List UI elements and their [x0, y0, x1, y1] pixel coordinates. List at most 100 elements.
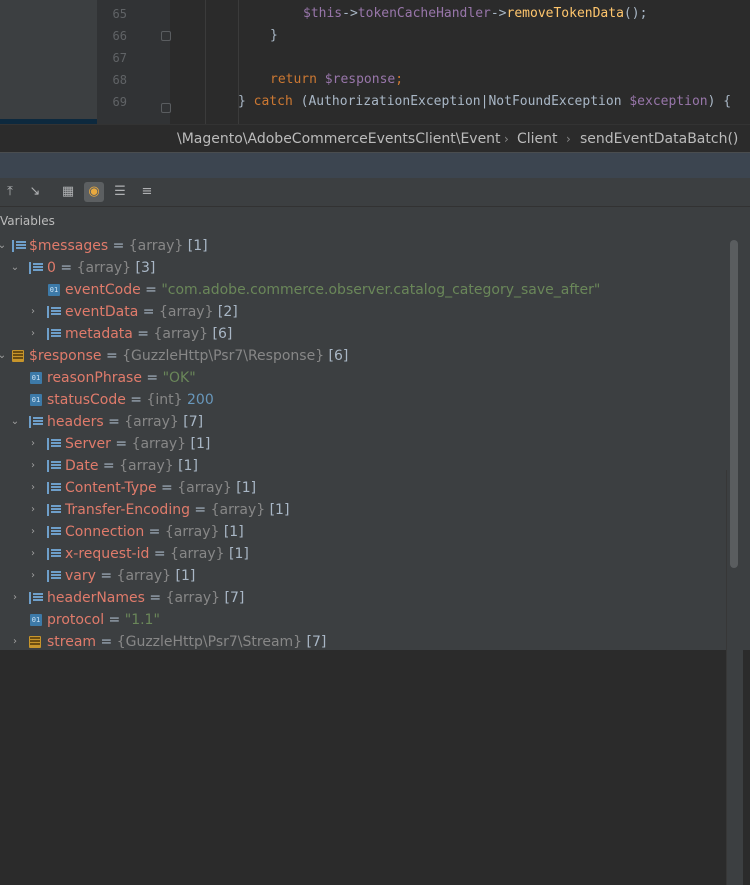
variable-entry: headerNames = {array} [7] — [47, 590, 245, 606]
tree-row[interactable]: 01 reasonPhrase = "OK" — [0, 367, 740, 389]
object-icon — [29, 636, 41, 648]
code-text: } — [270, 28, 278, 43]
chevron-right-icon[interactable]: › — [27, 543, 39, 565]
line-number: 67 — [112, 51, 127, 65]
tree-row[interactable]: › headerNames = {array} [7] — [0, 587, 740, 609]
field-icon: 01 — [30, 372, 42, 384]
array-icon — [47, 460, 61, 472]
code-line-66: 66 } — [0, 25, 750, 47]
array-icon — [47, 504, 61, 516]
variable-entry: eventCode = "com.adobe.commerce.observer… — [65, 282, 601, 298]
chevron-right-icon[interactable]: › — [27, 455, 39, 477]
variable-entry: reasonPhrase = "OK" — [47, 370, 196, 386]
breadcrumb-method[interactable]: sendEventDataBatch() — [580, 125, 738, 153]
array-icon — [29, 592, 43, 604]
array-icon — [47, 526, 61, 538]
tree-row[interactable]: ⌄ $messages = {array} [1] — [0, 235, 740, 257]
breadcrumb-separator: › — [504, 132, 509, 146]
tree-row[interactable]: › Server = {array} [1] — [0, 433, 740, 455]
breadcrumb-separator: › — [566, 132, 571, 146]
tree-row[interactable]: 01 eventCode = "com.adobe.commerce.obser… — [0, 279, 740, 301]
tree-row[interactable]: › Connection = {array} [1] — [0, 521, 740, 543]
tree-row[interactable]: › eventData = {array} [2] — [0, 301, 740, 323]
array-icon — [47, 328, 61, 340]
variable-entry: protocol = "1.1" — [47, 612, 160, 628]
tree-row[interactable]: › metadata = {array} [6] — [0, 323, 740, 345]
evaluate-icon[interactable]: ▦ — [58, 182, 78, 202]
array-icon — [47, 548, 61, 560]
tree-row[interactable]: › x-request-id = {array} [1] — [0, 543, 740, 565]
fold-icon[interactable] — [161, 31, 171, 41]
breadcrumb: \Magento\AdobeCommerceEventsClient\Event… — [0, 124, 750, 153]
variable-entry: headers = {array} [7] — [47, 414, 204, 430]
variables-tree[interactable]: ⌄ $messages = {array} [1] ⌄ 0 = {array} … — [0, 235, 750, 885]
array-icon — [47, 482, 61, 494]
array-icon — [29, 262, 43, 274]
chevron-right-icon[interactable]: › — [27, 565, 39, 587]
breadcrumb-class[interactable]: Client — [517, 125, 558, 153]
code-text: return $response; — [270, 72, 404, 87]
variable-entry: metadata = {array} [6] — [65, 326, 233, 342]
tree-row[interactable]: 01 protocol = "1.1" — [0, 609, 740, 631]
variables-header: Variables — [0, 207, 750, 236]
tree-row[interactable]: ⌄ headers = {array} [7] — [0, 411, 740, 433]
field-icon: 01 — [30, 614, 42, 626]
array-icon — [12, 240, 26, 252]
chevron-right-icon[interactable]: › — [27, 477, 39, 499]
variable-entry: Content-Type = {array} [1] — [65, 480, 257, 496]
tree-row[interactable]: › Content-Type = {array} [1] — [0, 477, 740, 499]
variable-entry: statusCode = {int} 200 — [47, 392, 214, 408]
line-number: 65 — [112, 7, 127, 21]
chevron-down-icon[interactable]: ⌄ — [9, 411, 21, 433]
variable-entry: vary = {array} [1] — [65, 568, 196, 584]
chevron-right-icon[interactable]: › — [27, 521, 39, 543]
chevron-down-icon[interactable]: ⌄ — [9, 257, 21, 279]
variable-entry: $messages = {array} [1] — [29, 238, 208, 254]
breadcrumb-namespace[interactable]: \Magento\AdobeCommerceEventsClient\Event — [177, 125, 501, 153]
tree-row[interactable]: › Date = {array} [1] — [0, 455, 740, 477]
line-number: 68 — [112, 73, 127, 87]
array-icon — [47, 306, 61, 318]
array-icon — [47, 438, 61, 450]
tree-row[interactable]: ⌄ $response = {GuzzleHttp\Psr7\Response}… — [0, 345, 740, 367]
variable-entry: $response = {GuzzleHttp\Psr7\Response} [… — [29, 348, 349, 364]
code-text: $this->tokenCacheHandler->removeTokenDat… — [303, 6, 648, 21]
debug-toolbar: ⤒ ↘ ▦ ◉ ☰ ≡ — [0, 178, 750, 207]
fold-icon[interactable] — [161, 103, 171, 113]
code-text: } catch (AuthorizationException|NotFound… — [238, 94, 732, 109]
tree-row[interactable]: ⌄ 0 = {array} [3] — [0, 257, 740, 279]
line-number: 69 — [112, 95, 127, 109]
step-out-icon[interactable]: ⤒ — [0, 182, 20, 202]
code-line-65: 65 $this->tokenCacheHandler->removeToken… — [0, 3, 750, 25]
variables-title: Variables — [0, 214, 55, 228]
chevron-right-icon[interactable]: › — [27, 499, 39, 521]
variable-entry: Connection = {array} [1] — [65, 524, 244, 540]
tree-row[interactable]: › Transfer-Encoding = {array} [1] — [0, 499, 740, 521]
variable-entry: eventData = {array} [2] — [65, 304, 238, 320]
code-line-68: 68 return $response; — [0, 69, 750, 91]
code-editor[interactable]: 65 $this->tokenCacheHandler->removeToken… — [0, 0, 750, 141]
chevron-right-icon[interactable]: › — [27, 301, 39, 323]
variable-entry: Transfer-Encoding = {array} [1] — [65, 502, 290, 518]
panel-tab-bar — [0, 153, 750, 179]
run-to-cursor-icon[interactable]: ↘ — [25, 182, 45, 202]
chevron-down-icon[interactable]: ⌄ — [0, 345, 8, 367]
list-icon[interactable]: ☰ — [110, 182, 130, 202]
object-icon — [12, 350, 24, 362]
chevron-right-icon[interactable]: › — [27, 323, 39, 345]
tree-row[interactable]: 01 statusCode = {int} 200 — [0, 389, 740, 411]
field-icon: 01 — [30, 394, 42, 406]
code-line-67: 67 — [0, 47, 750, 69]
variable-entry: Server = {array} [1] — [65, 436, 211, 452]
variable-entry: Date = {array} [1] — [65, 458, 198, 474]
add-watch-icon[interactable]: ≡ — [137, 182, 157, 202]
array-icon — [29, 416, 43, 428]
watch-icon[interactable]: ◉ — [84, 182, 104, 202]
array-icon — [47, 570, 61, 582]
field-icon: 01 — [48, 284, 60, 296]
tree-row[interactable]: › vary = {array} [1] — [0, 565, 740, 587]
variable-entry: x-request-id = {array} [1] — [65, 546, 249, 562]
chevron-right-icon[interactable]: › — [27, 433, 39, 455]
chevron-down-icon[interactable]: ⌄ — [0, 235, 8, 257]
chevron-right-icon[interactable]: › — [9, 587, 21, 609]
